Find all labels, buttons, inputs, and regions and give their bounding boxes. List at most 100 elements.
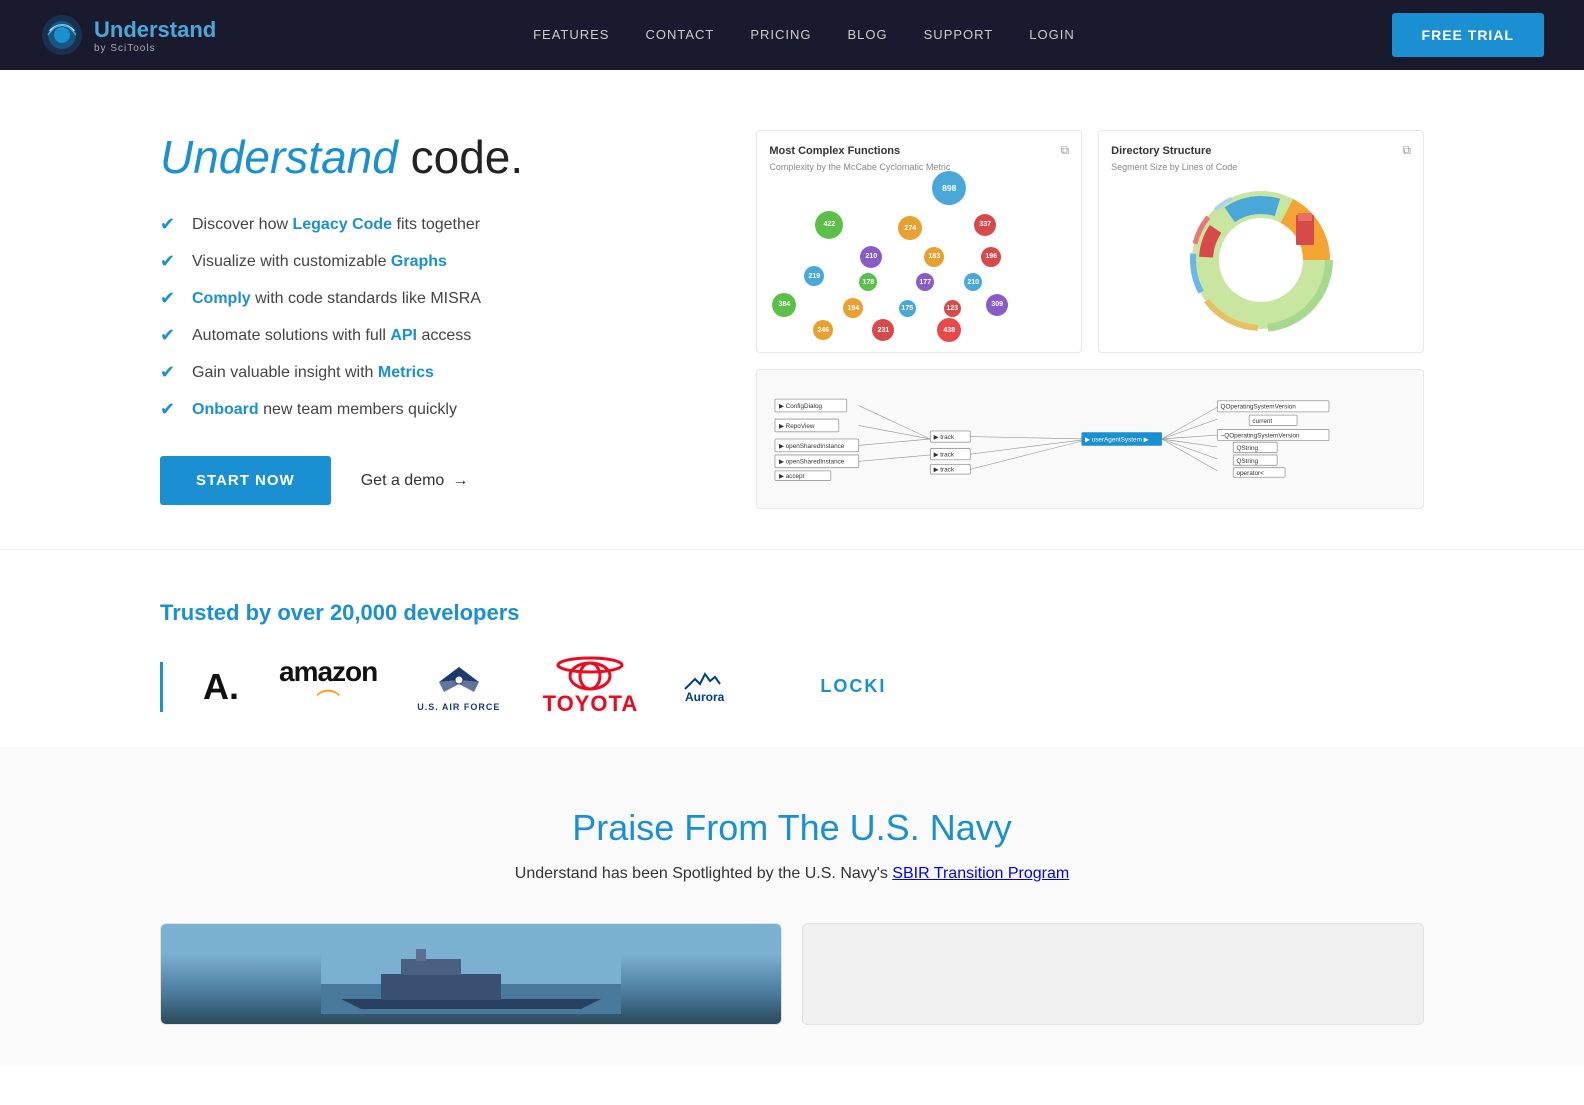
bubble-node: 898: [932, 171, 966, 205]
logo-text: Understand by SciTools: [94, 17, 216, 54]
donut-chart-visual: [1111, 180, 1411, 340]
donut-chart-header: Directory Structure ⧉: [1111, 143, 1411, 158]
trusted-logos: A. amazon ⌒ U.S. AIR FORCE T: [160, 656, 1424, 717]
feature-text-4: Automate solutions with full API access: [192, 327, 471, 345]
hero-left: Understand code. ✔ Discover how Legacy C…: [160, 130, 716, 505]
svg-text:Aurora: Aurora: [685, 690, 725, 704]
bubble-chart-header: Most Complex Functions ⧉: [769, 143, 1069, 158]
air-force-text: U.S. AIR FORCE: [417, 702, 500, 712]
api-link[interactable]: API: [390, 327, 417, 344]
hero-title-italic: Understand: [160, 131, 398, 183]
nav-login[interactable]: LOGIN: [1029, 27, 1074, 42]
svg-text:QString: QString: [1237, 445, 1259, 452]
praise-cards: [160, 923, 1424, 1025]
astra-text: A.: [203, 666, 239, 708]
logo-lockheed: LOCKI: [820, 676, 886, 697]
nav-blog[interactable]: BLOG: [848, 27, 888, 42]
sbir-link[interactable]: SBIR Transition Program: [892, 865, 1069, 882]
check-icon-1: ✔: [160, 214, 180, 235]
bubble-chart-title: Most Complex Functions: [769, 145, 900, 157]
bubble-node: 123: [944, 300, 961, 317]
toyota-text: TOYOTA: [543, 691, 639, 717]
bubble-node: 309: [986, 294, 1008, 316]
graphs-link[interactable]: Graphs: [391, 253, 447, 270]
svg-text:▶ openSharedInstance: ▶ openSharedInstance: [779, 459, 845, 466]
copy-icon-donut[interactable]: ⧉: [1402, 143, 1411, 158]
bubble-node: 183: [924, 247, 944, 267]
feature-item-4: ✔ Automate solutions with full API acces…: [160, 325, 716, 346]
hero-title: Understand code.: [160, 130, 716, 184]
feature-text-6: Onboard new team members quickly: [192, 401, 457, 419]
bubble-node: 175: [899, 300, 916, 317]
amazon-arrow: ⌒: [316, 682, 340, 717]
feature-item-1: ✔ Discover how Legacy Code fits together: [160, 214, 716, 235]
logo-air-force: U.S. AIR FORCE: [417, 662, 500, 712]
onboard-link[interactable]: Onboard: [192, 401, 259, 418]
nav-features[interactable]: FEATURES: [533, 27, 609, 42]
trusted-title: Trusted by over 20,000 developers: [160, 600, 1424, 626]
praise-card-ship: [160, 923, 782, 1025]
arrow-icon: →: [452, 472, 468, 490]
svg-text:QString: QString: [1237, 458, 1259, 465]
feature-text-2: Visualize with customizable Graphs: [192, 253, 447, 271]
lockheed-text: LOCKI: [820, 676, 886, 697]
hero-section: Understand code. ✔ Discover how Legacy C…: [0, 70, 1584, 549]
bubble-node: 337: [974, 214, 996, 236]
svg-text:current: current: [1253, 418, 1273, 425]
dep-graph-card: ▶ ConfigDialog ▶ RepoView ▶ openSharedIn…: [756, 369, 1424, 509]
praise-section: Praise From The U.S. Navy Understand has…: [0, 747, 1584, 1065]
navbar: Understand by SciTools FEATURES CONTACT …: [0, 0, 1584, 70]
check-icon-2: ✔: [160, 251, 180, 272]
svg-text:▶ RepoView: ▶ RepoView: [779, 423, 815, 430]
check-icon-5: ✔: [160, 362, 180, 383]
logo-link[interactable]: Understand by SciTools: [40, 13, 216, 57]
svg-text:▶ userAgentSystem ▶: ▶ userAgentSystem ▶: [1085, 436, 1149, 443]
hero-actions: START NOW Get a demo →: [160, 456, 716, 505]
svg-text:▶ track: ▶ track: [934, 452, 955, 459]
bubble-node: 384: [772, 293, 796, 317]
brand-sub: by SciTools: [94, 43, 216, 54]
donut-chart-card: Directory Structure ⧉ Segment Size by Li…: [1098, 130, 1424, 353]
bubble-node: 196: [981, 247, 1001, 267]
bubble-node: 177: [916, 273, 934, 291]
dep-graph-svg: ▶ ConfigDialog ▶ RepoView ▶ openSharedIn…: [771, 384, 1409, 494]
bubble-node: 422: [815, 211, 843, 239]
donut-svg: [1186, 185, 1336, 335]
metrics-link[interactable]: Metrics: [378, 364, 434, 381]
svg-text:operator<: operator<: [1237, 470, 1265, 477]
logo-astra: A.: [203, 666, 239, 708]
hero-features-list: ✔ Discover how Legacy Code fits together…: [160, 214, 716, 420]
svg-text:▶ openSharedInstance: ▶ openSharedInstance: [779, 443, 845, 450]
praise-subtitle: Understand has been Spotlighted by the U…: [160, 865, 1424, 883]
start-now-button[interactable]: START NOW: [160, 456, 331, 505]
logo-aurora: Aurora: [680, 669, 780, 704]
comply-link[interactable]: Comply: [192, 290, 251, 307]
bubble-node: 210: [964, 273, 982, 291]
nav-pricing[interactable]: PRICING: [750, 27, 811, 42]
nav-support[interactable]: SUPPORT: [924, 27, 994, 42]
feature-text-5: Gain valuable insight with Metrics: [192, 364, 434, 382]
check-icon-6: ✔: [160, 399, 180, 420]
bubble-chart-subtitle: Complexity by the McCabe Cyclomatic Metr…: [769, 162, 1069, 172]
bubble-node: 438: [937, 318, 961, 342]
free-trial-button[interactable]: FREE TRIAL: [1392, 13, 1544, 57]
ship-image: [161, 924, 781, 1024]
bubble-node: 274: [898, 216, 922, 240]
demo-label: Get a demo: [361, 472, 445, 490]
bubble-chart-visual: 8984222743372101831962191781772103841941…: [769, 180, 1069, 340]
praise-title: Praise From The U.S. Navy: [160, 807, 1424, 849]
check-icon-3: ✔: [160, 288, 180, 309]
svg-text:QOperatingSystemVersion: QOperatingSystemVersion: [1221, 404, 1297, 411]
aurora-svg: Aurora: [680, 669, 780, 704]
copy-icon-bubble[interactable]: ⧉: [1061, 143, 1070, 158]
logo-toyota: TOYOTA: [540, 656, 640, 717]
legacy-code-link[interactable]: Legacy Code: [292, 216, 392, 233]
nav-contact[interactable]: CONTACT: [645, 27, 714, 42]
logo-divider: [160, 662, 163, 712]
bubble-node: 231: [872, 319, 894, 341]
toyota-svg: [540, 656, 640, 691]
bubble-node: 194: [843, 298, 863, 318]
hero-charts: Most Complex Functions ⧉ Complexity by t…: [756, 130, 1424, 509]
demo-link[interactable]: Get a demo →: [361, 472, 469, 490]
air-force-wings-svg: [434, 662, 484, 702]
